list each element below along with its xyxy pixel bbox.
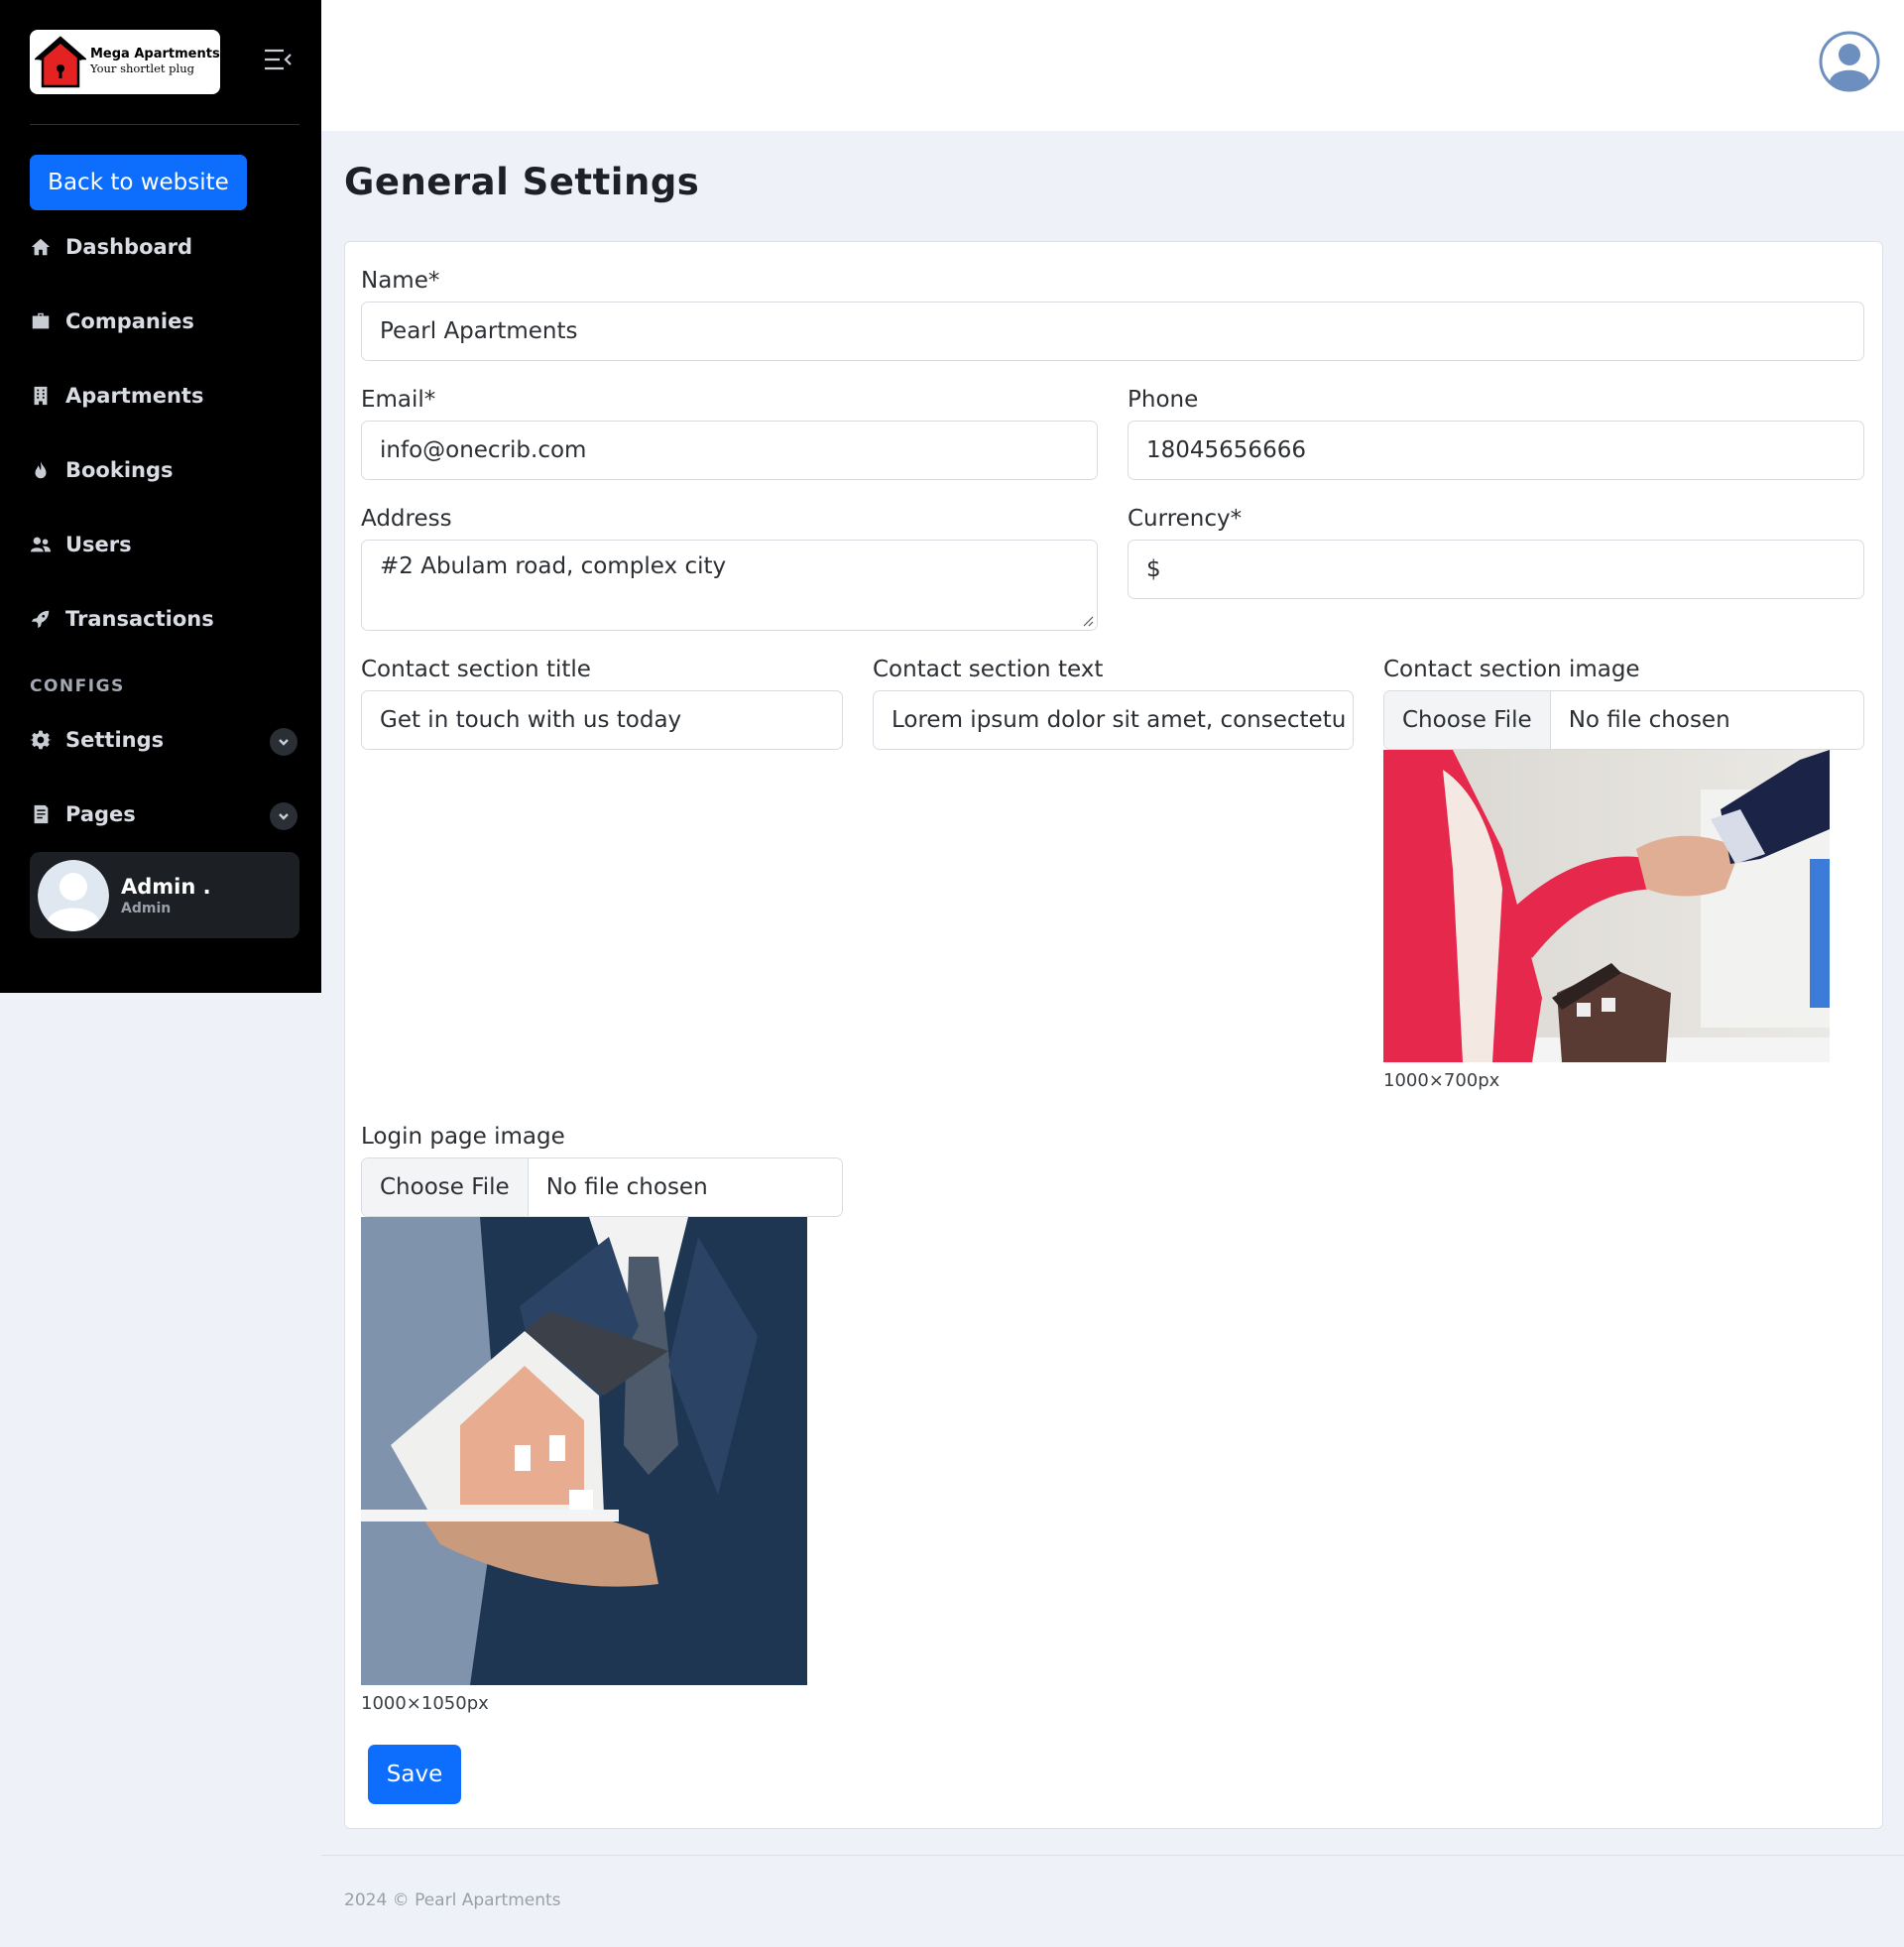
email-input[interactable]: info@onecrib.com (361, 421, 1098, 480)
user-name: Admin . (121, 874, 211, 899)
resize-handle-icon[interactable] (1082, 615, 1094, 627)
configs-section-label: CONFIGS (30, 676, 125, 696)
rocket-icon (31, 610, 50, 629)
avatar (38, 859, 109, 931)
address-value: #2 Abulam road, complex city (380, 553, 727, 579)
name-input[interactable]: Pearl Apartments (361, 302, 1864, 361)
address-label: Address (361, 506, 452, 532)
chevron-down-icon[interactable] (270, 728, 298, 756)
login-image-file-input[interactable]: Choose File No file chosen (361, 1157, 843, 1217)
choose-file-button[interactable]: Choose File (362, 1158, 529, 1216)
user-card[interactable]: Admin . Admin (30, 852, 299, 938)
sidebar-item-label: Settings (65, 728, 165, 752)
currency-input[interactable]: $ (1128, 540, 1864, 599)
sidebar-item-users[interactable]: Users (30, 525, 298, 564)
gear-icon (30, 730, 52, 750)
top-bar (321, 0, 1904, 131)
briefcase-icon (32, 312, 50, 329)
sidebar-item-label: Bookings (65, 458, 174, 482)
back-to-website-button[interactable]: Back to website (30, 155, 247, 210)
address-textarea[interactable]: #2 Abulam road, complex city (361, 540, 1098, 631)
sidebar-item-label: Transactions (65, 607, 214, 631)
save-button[interactable]: Save (368, 1745, 461, 1804)
contact-text-label: Contact section text (873, 657, 1104, 682)
sidebar-item-label: Users (65, 533, 132, 556)
sidebar-divider (30, 124, 299, 125)
sidebar-item-label: Dashboard (65, 235, 193, 259)
sidebar-item-pages[interactable]: Pages (30, 794, 298, 834)
contact-image-size-hint: 1000×700px (1383, 1070, 1500, 1091)
chevron-down-icon[interactable] (270, 802, 298, 830)
login-image-size-hint: 1000×1050px (361, 1693, 489, 1714)
sidebar-item-apartments[interactable]: Apartments (30, 376, 298, 416)
footer-text: 2024 © Pearl Apartments (344, 1890, 561, 1910)
collapse-menu-icon[interactable] (262, 46, 294, 73)
contact-image-label: Contact section image (1383, 657, 1640, 682)
contact-title-label: Contact section title (361, 657, 591, 682)
email-label: Email* (361, 387, 436, 413)
profile-avatar-icon[interactable] (1819, 31, 1880, 92)
sidebar-item-transactions[interactable]: Transactions (30, 599, 298, 639)
sidebar-item-label: Companies (65, 309, 194, 333)
sidebar-item-label: Apartments (65, 384, 204, 408)
choose-file-button[interactable]: Choose File (1384, 691, 1551, 749)
sidebar-item-settings[interactable]: Settings (30, 720, 298, 760)
login-page-image (361, 1217, 807, 1685)
sidebar: Mega Apartments Your shortlet plug Back … (0, 0, 321, 993)
file-name-text: No file chosen (1568, 707, 1730, 733)
contact-title-input[interactable]: Get in touch with us today (361, 690, 843, 750)
phone-label: Phone (1128, 387, 1199, 413)
contact-section-image (1383, 750, 1830, 1062)
home-icon (31, 238, 51, 256)
document-icon (34, 804, 49, 824)
file-name-text: No file chosen (545, 1174, 708, 1200)
page-title: General Settings (344, 161, 700, 203)
house-logo-icon (35, 35, 86, 87)
fire-icon (35, 460, 47, 479)
sidebar-item-bookings[interactable]: Bookings (30, 450, 298, 490)
phone-input[interactable]: 18045656666 (1128, 421, 1864, 480)
building-icon (34, 386, 48, 406)
footer-divider (321, 1855, 1904, 1856)
sidebar-item-companies[interactable]: Companies (30, 302, 298, 341)
sidebar-item-dashboard[interactable]: Dashboard (30, 227, 298, 267)
sidebar-item-label: Pages (65, 802, 136, 826)
contact-image-file-input[interactable]: Choose File No file chosen (1383, 690, 1864, 750)
brand-subtitle: Your shortlet plug (90, 61, 194, 76)
contact-text-input[interactable]: Lorem ipsum dolor sit amet, consectetu (873, 690, 1354, 750)
brand-logo[interactable]: Mega Apartments Your shortlet plug (30, 30, 220, 94)
currency-label: Currency* (1128, 506, 1243, 532)
login-image-label: Login page image (361, 1124, 565, 1150)
users-icon (30, 537, 52, 552)
name-label: Name* (361, 268, 440, 294)
user-role: Admin (121, 900, 172, 916)
brand-title: Mega Apartments (90, 47, 220, 62)
